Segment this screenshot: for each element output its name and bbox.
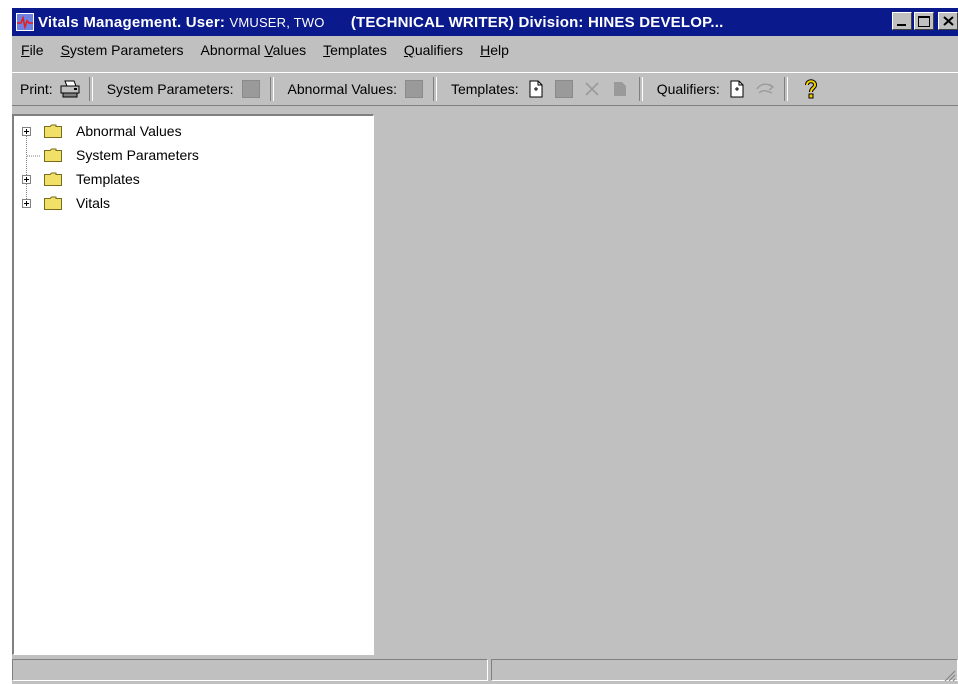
expand-icon[interactable] xyxy=(22,126,31,136)
delete-icon xyxy=(585,82,599,96)
new-document-icon xyxy=(529,80,543,98)
menu-help-mnemonic: H xyxy=(480,42,491,58)
minimize-icon[interactable] xyxy=(892,12,912,30)
application-window: Vitals Management. User: VMUSER, TWO (TE… xyxy=(12,8,958,684)
help-button[interactable] xyxy=(800,78,822,100)
disabled-icon xyxy=(241,80,260,98)
templates-label: Templates: xyxy=(450,81,519,97)
new-document-icon xyxy=(730,80,744,98)
menu-qualifiers-mnemonic: Q xyxy=(403,42,415,58)
menu-templates-rest: emplates xyxy=(330,42,387,58)
abnormal-values-button[interactable] xyxy=(403,78,425,100)
title-prefix: Vitals Management. User: xyxy=(38,14,230,31)
disabled-icon xyxy=(554,80,573,98)
tree-item-label: Templates xyxy=(76,171,140,187)
content-pane xyxy=(375,114,958,655)
save-icon xyxy=(613,82,626,96)
tree-item-label: Vitals xyxy=(76,195,110,211)
menu-file-mnemonic: F xyxy=(21,42,30,58)
close-icon[interactable] xyxy=(938,12,958,30)
tree-item-label: System Parameters xyxy=(76,147,199,163)
system-parameters-label: System Parameters: xyxy=(106,81,234,97)
status-panel-right xyxy=(491,659,958,681)
window-title: Vitals Management. User: VMUSER, TWO (TE… xyxy=(38,14,723,31)
new-template-button[interactable] xyxy=(525,78,547,100)
delete-template-button[interactable] xyxy=(581,78,603,100)
menu-templates[interactable]: Templates xyxy=(314,42,395,58)
menu-abnormal-values-rest: alues xyxy=(272,42,307,58)
menu-file-rest: ile xyxy=(29,42,44,58)
toolbar: Print: System Parameters: Abnormal Value… xyxy=(12,72,958,106)
menu-qualifiers-rest: ualifiers xyxy=(414,42,464,58)
menu-system-parameters[interactable]: System Parameters xyxy=(52,42,192,58)
status-panel-left xyxy=(12,659,488,681)
menu-abnormal-values-pre: Abnormal xyxy=(200,42,265,58)
menu-bar: File System Parameters Abnormal Values T… xyxy=(12,38,958,62)
menu-file[interactable]: File xyxy=(12,42,52,58)
printer-icon[interactable] xyxy=(59,78,81,100)
qualifiers-label: Qualifiers: xyxy=(656,81,720,97)
menu-system-parameters-mnemonic: S xyxy=(60,42,70,58)
menu-abnormal-values-mnemonic: V xyxy=(264,42,273,58)
expand-icon[interactable] xyxy=(22,174,31,184)
system-parameters-button[interactable] xyxy=(240,78,262,100)
disabled-icon xyxy=(404,80,423,98)
new-qualifier-button[interactable] xyxy=(726,78,748,100)
menu-qualifiers[interactable]: Qualifiers xyxy=(395,42,471,58)
title-bar[interactable]: Vitals Management. User: VMUSER, TWO (TE… xyxy=(12,8,958,36)
template-button[interactable] xyxy=(553,78,575,100)
tree-item-vitals[interactable]: Vitals xyxy=(14,192,374,214)
tree-item-system-parameters[interactable]: System Parameters xyxy=(14,144,374,166)
expand-icon[interactable] xyxy=(22,198,31,208)
folder-icon xyxy=(44,172,62,186)
toolbar-separator xyxy=(638,77,643,101)
print-label: Print: xyxy=(20,81,53,97)
app-icon[interactable] xyxy=(16,13,34,31)
toolbar-separator xyxy=(432,77,437,101)
menu-abnormal-values[interactable]: Abnormal Values xyxy=(192,42,315,58)
save-template-button[interactable] xyxy=(609,78,631,100)
menu-system-parameters-rest: ystem Parameters xyxy=(69,42,184,58)
toolbar-separator xyxy=(783,77,788,101)
navigation-tree[interactable]: Abnormal Values System Parameters Templa… xyxy=(12,114,374,655)
toolbar-separator xyxy=(88,77,93,101)
title-suffix: (TECHNICAL WRITER) Division: HINES DEVEL… xyxy=(350,14,724,31)
menu-help-rest: elp xyxy=(490,42,509,58)
folder-icon xyxy=(44,148,62,162)
edit-icon xyxy=(756,83,774,94)
resize-grip-icon[interactable] xyxy=(942,668,956,682)
folder-icon xyxy=(44,124,62,138)
tree-item-label: Abnormal Values xyxy=(76,123,182,139)
tree-item-templates[interactable]: Templates xyxy=(14,168,374,190)
help-icon xyxy=(804,79,817,99)
tree-item-abnormal-values[interactable]: Abnormal Values xyxy=(14,120,374,142)
abnormal-values-label: Abnormal Values: xyxy=(287,81,397,97)
menu-help[interactable]: Help xyxy=(471,42,517,58)
toolbar-separator xyxy=(269,77,274,101)
status-bar xyxy=(12,656,958,684)
title-user: VMUSER, TWO xyxy=(229,15,325,30)
maximize-icon[interactable] xyxy=(914,12,934,30)
edit-qualifier-button[interactable] xyxy=(754,78,776,100)
folder-icon xyxy=(44,196,62,210)
caption-buttons xyxy=(892,12,958,30)
